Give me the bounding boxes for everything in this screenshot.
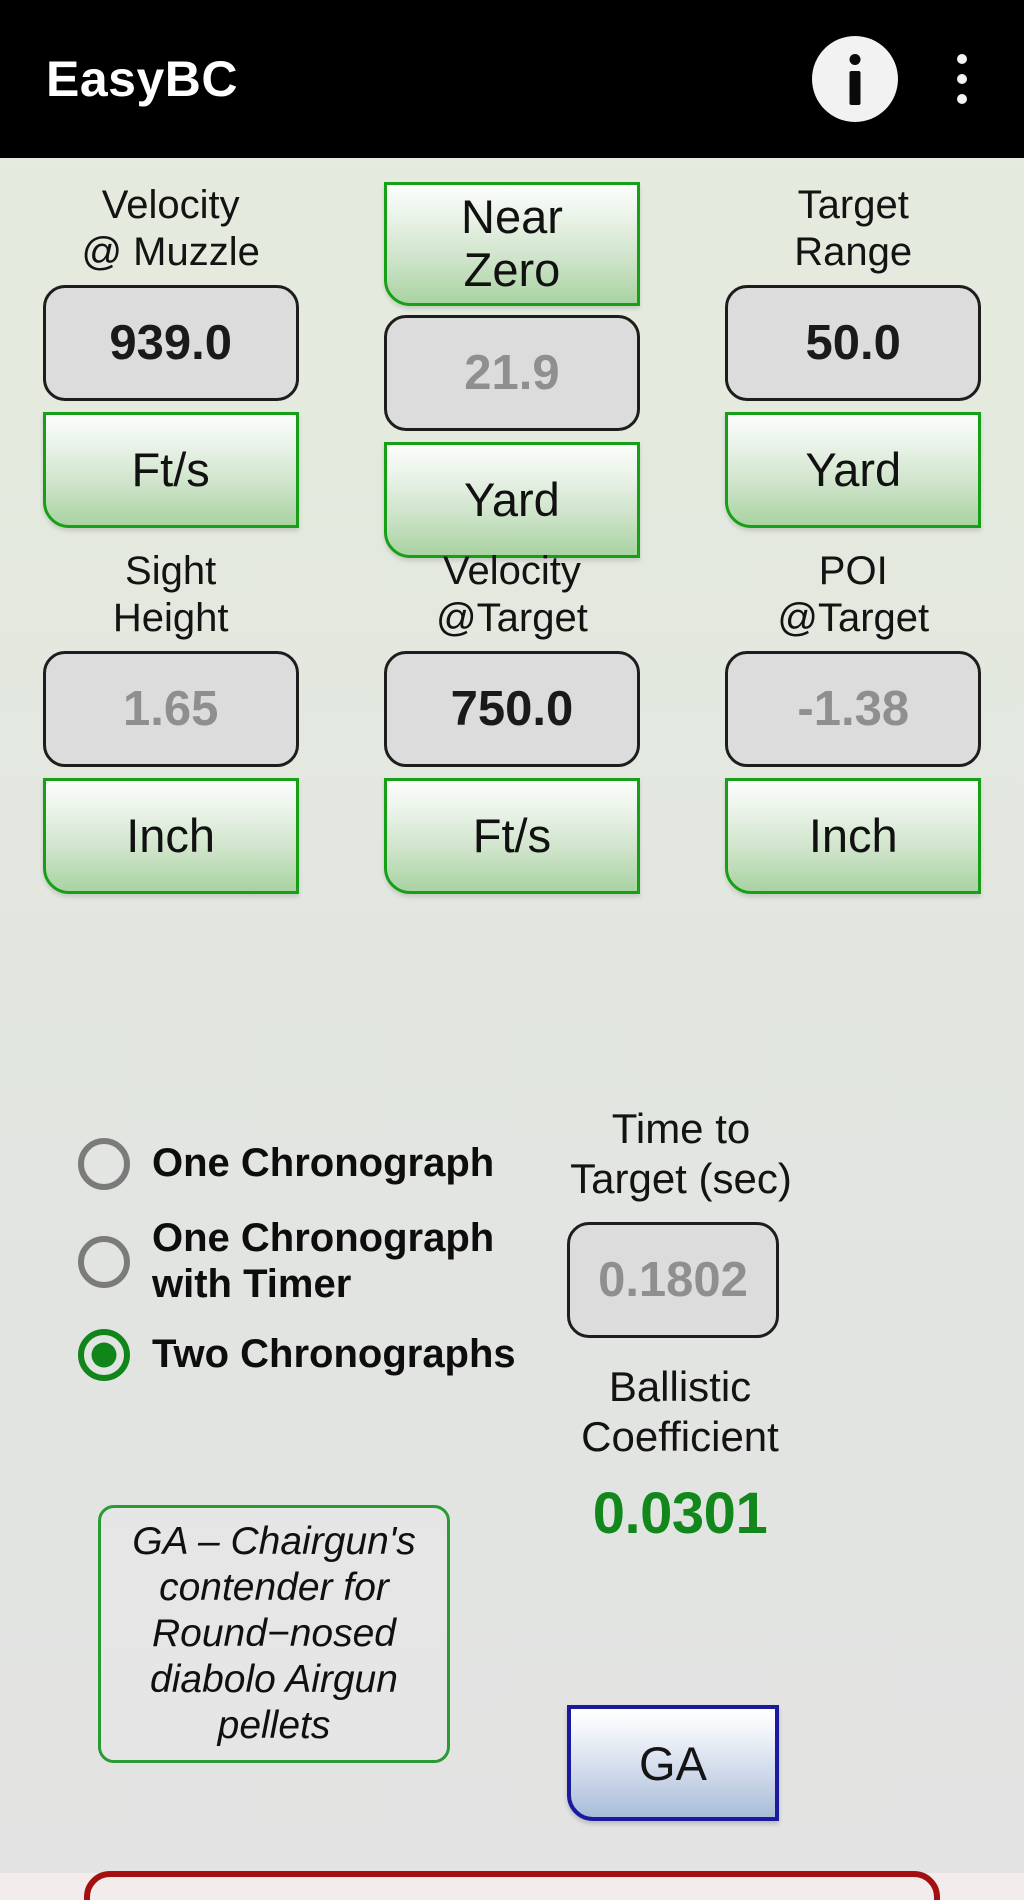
sight-height-input[interactable]: 1.65 [42,651,299,768]
field-sight-height: Sight Height 1.65 Inch [0,548,341,895]
field-velocity-muzzle: Velocity @ Muzzle 939.0 Ft/s [0,182,341,558]
field-target-range: Target Range 50.0 Yard [683,182,1024,558]
radio-button-icon-one-chronograph[interactable] [78,1138,130,1190]
velocity-target-label: Velocity @Target [436,549,588,641]
velocity-muzzle-input[interactable]: 939.0 [42,285,299,402]
overflow-menu-icon[interactable] [932,36,992,122]
overflow-dot-1 [957,54,967,64]
info-icon[interactable] [812,36,898,122]
drag-model-description-box: GA – Chairgun's contender for Round−nose… [98,1505,450,1763]
near-zero-toggle-button[interactable]: Near Zero [383,182,640,306]
near-zero-input[interactable]: 21.9 [383,315,640,431]
info-icon-stem [849,71,861,105]
radio-option-one-chronograph-with-timer[interactable]: One Chronograph with Timer [78,1216,548,1307]
action-bar: EasyBC [0,0,1024,158]
easybc-screen: EasyBC Velocity @ Muzzle 939.0 Ft/s Near… [0,0,1024,1900]
radio-label-one-chronograph: One Chronograph [152,1141,495,1186]
chronograph-mode-radio-group: One Chronograph One Chronograph with Tim… [78,1138,548,1407]
radio-option-one-chronograph[interactable]: One Chronograph [78,1138,548,1190]
velocity-muzzle-unit-button[interactable]: Ft/s [42,412,299,529]
sight-height-label: Sight Height [112,549,229,641]
poi-target-input[interactable]: -1.38 [725,651,982,768]
target-range-label: Target Range [794,183,913,275]
radio-option-two-chronographs[interactable]: Two Chronographs [78,1329,548,1382]
target-range-input[interactable]: 50.0 [725,285,982,402]
velocity-muzzle-label: Velocity @ Muzzle [81,183,260,275]
drag-model-button[interactable]: GA [567,1705,779,1821]
time-to-target-label: Time to Target (sec) [570,1105,792,1202]
target-range-unit-button[interactable]: Yard [725,412,982,529]
poi-target-label: POI @Target [777,549,930,641]
drag-model-description-text: GA – Chairgun's contender for Round−nose… [132,1519,416,1748]
bottom-panel-outline [84,1871,940,1900]
radio-button-icon-one-chronograph-with-timer[interactable] [78,1235,130,1288]
velocity-target-input[interactable]: 750.0 [383,651,640,768]
field-velocity-target: Velocity @Target 750.0 Ft/s [341,548,682,895]
radio-button-icon-two-chronographs[interactable] [78,1329,130,1382]
field-near-zero: Near Zero 21.9 Yard [341,182,682,558]
input-row-2: Sight Height 1.65 Inch Velocity @Target … [0,548,1024,895]
poi-target-unit-button[interactable]: Inch [725,778,982,895]
radio-label-one-chronograph-with-timer: One Chronograph with Timer [152,1216,495,1306]
input-row-1: Velocity @ Muzzle 939.0 Ft/s Near Zero 2… [0,182,1024,558]
ballistic-coefficient-value: 0.0301 [592,1481,768,1546]
field-poi-target: POI @Target -1.38 Inch [683,548,1024,895]
sight-height-unit-button[interactable]: Inch [42,778,299,895]
velocity-target-unit-button[interactable]: Ft/s [383,778,640,895]
app-title: EasyBC [46,51,238,107]
radio-label-two-chronographs: Two Chronographs [152,1332,516,1377]
overflow-dot-2 [957,74,967,84]
time-to-target-value[interactable]: 0.1802 [567,1222,779,1338]
ballistic-coefficient-label: Ballistic Coefficient [581,1363,779,1460]
near-zero-unit-button[interactable]: Yard [383,442,640,558]
info-icon-dot [849,54,861,65]
overflow-dot-3 [957,94,967,104]
